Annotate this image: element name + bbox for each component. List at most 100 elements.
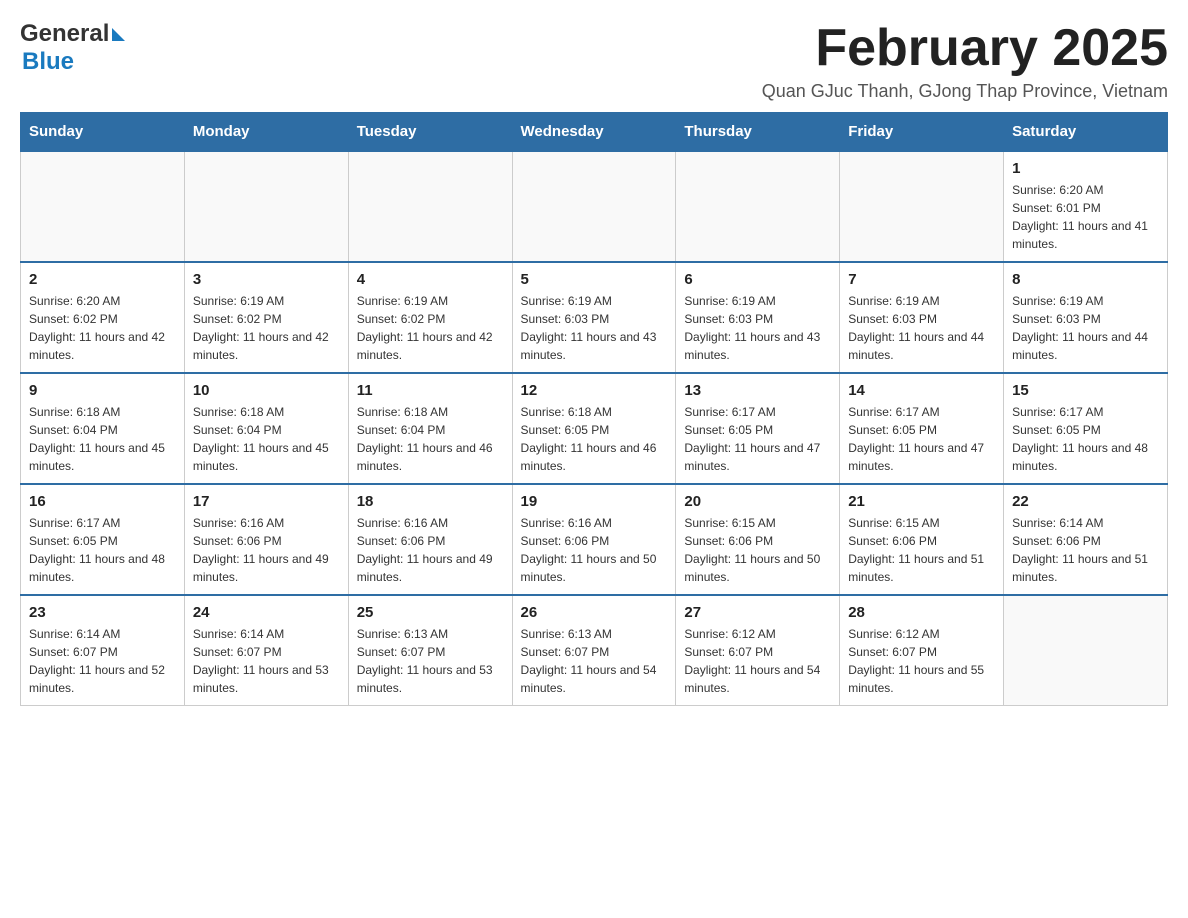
day-number: 7 xyxy=(848,271,995,288)
title-section: February 2025 Quan GJuc Thanh, GJong Tha… xyxy=(762,20,1168,102)
day-info: Sunrise: 6:19 AMSunset: 6:03 PMDaylight:… xyxy=(848,292,995,364)
day-info: Sunrise: 6:15 AMSunset: 6:06 PMDaylight:… xyxy=(848,514,995,586)
calendar-cell: 4Sunrise: 6:19 AMSunset: 6:02 PMDaylight… xyxy=(348,262,512,373)
calendar-cell: 25 Sunrise: 6:13 AMSunset: 6:07 PMDayligh… xyxy=(348,595,512,706)
column-header-saturday: Saturday xyxy=(1004,113,1168,152)
day-info: Sunrise: 6:13 AMSunset: 6:07 PMDaylight:… xyxy=(521,625,668,697)
day-info: Sunrise: 6:14 AMSunset: 6:06 PMDaylight:… xyxy=(1012,514,1159,586)
calendar-cell: 2 Sunrise: 6:20 AMSunset: 6:02 PMDaylight… xyxy=(21,262,185,373)
calendar-cell: 6 Sunrise: 6:19 AMSunset: 6:03 PMDaylight… xyxy=(676,262,840,373)
day-number: 14 xyxy=(848,382,995,399)
week-row-2: 2 Sunrise: 6:20 AMSunset: 6:02 PMDaylight… xyxy=(21,262,1168,373)
day-number: 18 xyxy=(357,493,504,510)
day-number: 3 xyxy=(193,271,340,288)
day-number: 19 xyxy=(521,493,668,510)
day-info: Sunrise: 6:19 AMSunset: 6:03 PMDaylight:… xyxy=(1012,292,1159,364)
day-info: Sunrise: 6:18 AMSunset: 6:04 PMDaylight:… xyxy=(29,403,176,475)
day-info: Sunrise: 6:13 AMSunset: 6:07 PMDaylight:… xyxy=(357,625,504,697)
day-number: 26 xyxy=(521,604,668,621)
logo: General Blue xyxy=(20,20,125,76)
calendar-cell: 19 Sunrise: 6:16 AMSunset: 6:06 PMDayligh… xyxy=(512,484,676,595)
day-info: Sunrise: 6:19 AMSunset: 6:02 PMDaylight:… xyxy=(193,292,340,364)
column-header-thursday: Thursday xyxy=(676,113,840,152)
calendar-cell xyxy=(512,151,676,262)
week-row-1: 1 Sunrise: 6:20 AMSunset: 6:01 PMDaylight… xyxy=(21,151,1168,262)
calendar-cell: 17 Sunrise: 6:16 AMSunset: 6:06 PMDayligh… xyxy=(184,484,348,595)
calendar-table: SundayMondayTuesdayWednesdayThursdayFrid… xyxy=(20,112,1168,706)
day-number: 8 xyxy=(1012,271,1159,288)
day-info: Sunrise: 6:12 AMSunset: 6:07 PMDaylight:… xyxy=(684,625,831,697)
calendar-cell: 10Sunrise: 6:18 AMSunset: 6:04 PMDayligh… xyxy=(184,373,348,484)
calendar-cell: 3 Sunrise: 6:19 AMSunset: 6:02 PMDaylight… xyxy=(184,262,348,373)
day-info: Sunrise: 6:17 AMSunset: 6:05 PMDaylight:… xyxy=(684,403,831,475)
calendar-cell: 5 Sunrise: 6:19 AMSunset: 6:03 PMDaylight… xyxy=(512,262,676,373)
day-number: 10 xyxy=(193,382,340,399)
calendar-header-row: SundayMondayTuesdayWednesdayThursdayFrid… xyxy=(21,113,1168,152)
calendar-cell: 11 Sunrise: 6:18 AMSunset: 6:04 PMDayligh… xyxy=(348,373,512,484)
calendar-cell: 24Sunrise: 6:14 AMSunset: 6:07 PMDayligh… xyxy=(184,595,348,706)
logo-blue-text: Blue xyxy=(22,48,74,75)
calendar-cell: 1 Sunrise: 6:20 AMSunset: 6:01 PMDaylight… xyxy=(1004,151,1168,262)
calendar-cell: 13 Sunrise: 6:17 AMSunset: 6:05 PMDayligh… xyxy=(676,373,840,484)
calendar-cell xyxy=(21,151,185,262)
column-header-monday: Monday xyxy=(184,113,348,152)
day-info: Sunrise: 6:17 AMSunset: 6:05 PMDaylight:… xyxy=(1012,403,1159,475)
day-number: 20 xyxy=(684,493,831,510)
day-info: Sunrise: 6:16 AMSunset: 6:06 PMDaylight:… xyxy=(357,514,504,586)
day-info: Sunrise: 6:19 AMSunset: 6:03 PMDaylight:… xyxy=(521,292,668,364)
day-number: 23 xyxy=(29,604,176,621)
day-info: Sunrise: 6:12 AMSunset: 6:07 PMDaylight:… xyxy=(848,625,995,697)
logo-general-text: General xyxy=(20,20,109,48)
calendar-cell: 15 Sunrise: 6:17 AMSunset: 6:05 PMDayligh… xyxy=(1004,373,1168,484)
day-info: Sunrise: 6:20 AMSunset: 6:02 PMDaylight:… xyxy=(29,292,176,364)
week-row-3: 9 Sunrise: 6:18 AMSunset: 6:04 PMDaylight… xyxy=(21,373,1168,484)
calendar-cell: 27 Sunrise: 6:12 AMSunset: 6:07 PMDayligh… xyxy=(676,595,840,706)
day-number: 15 xyxy=(1012,382,1159,399)
day-info: Sunrise: 6:17 AMSunset: 6:05 PMDaylight:… xyxy=(29,514,176,586)
day-number: 17 xyxy=(193,493,340,510)
week-row-4: 16Sunrise: 6:17 AMSunset: 6:05 PMDayligh… xyxy=(21,484,1168,595)
column-header-tuesday: Tuesday xyxy=(348,113,512,152)
day-number: 27 xyxy=(684,604,831,621)
page-header: General Blue February 2025 Quan GJuc Tha… xyxy=(20,20,1168,102)
calendar-cell: 18 Sunrise: 6:16 AMSunset: 6:06 PMDayligh… xyxy=(348,484,512,595)
calendar-cell: 21 Sunrise: 6:15 AMSunset: 6:06 PMDayligh… xyxy=(840,484,1004,595)
calendar-cell xyxy=(348,151,512,262)
location-text: Quan GJuc Thanh, GJong Thap Province, Vi… xyxy=(762,81,1168,102)
calendar-cell: 9 Sunrise: 6:18 AMSunset: 6:04 PMDaylight… xyxy=(21,373,185,484)
day-number: 28 xyxy=(848,604,995,621)
column-header-sunday: Sunday xyxy=(21,113,185,152)
day-info: Sunrise: 6:14 AMSunset: 6:07 PMDaylight:… xyxy=(29,625,176,697)
day-info: Sunrise: 6:17 AMSunset: 6:05 PMDaylight:… xyxy=(848,403,995,475)
calendar-cell xyxy=(676,151,840,262)
calendar-cell xyxy=(184,151,348,262)
day-number: 6 xyxy=(684,271,831,288)
day-info: Sunrise: 6:16 AMSunset: 6:06 PMDaylight:… xyxy=(193,514,340,586)
day-number: 5 xyxy=(521,271,668,288)
day-number: 2 xyxy=(29,271,176,288)
day-number: 25 xyxy=(357,604,504,621)
calendar-cell: 8 Sunrise: 6:19 AMSunset: 6:03 PMDaylight… xyxy=(1004,262,1168,373)
day-number: 9 xyxy=(29,382,176,399)
calendar-cell: 12Sunrise: 6:18 AMSunset: 6:05 PMDayligh… xyxy=(512,373,676,484)
column-header-wednesday: Wednesday xyxy=(512,113,676,152)
day-info: Sunrise: 6:20 AMSunset: 6:01 PMDaylight:… xyxy=(1012,181,1159,253)
day-info: Sunrise: 6:15 AMSunset: 6:06 PMDaylight:… xyxy=(684,514,831,586)
day-info: Sunrise: 6:16 AMSunset: 6:06 PMDaylight:… xyxy=(521,514,668,586)
calendar-cell: 28 Sunrise: 6:12 AMSunset: 6:07 PMDayligh… xyxy=(840,595,1004,706)
day-info: Sunrise: 6:18 AMSunset: 6:04 PMDaylight:… xyxy=(357,403,504,475)
calendar-cell xyxy=(840,151,1004,262)
calendar-cell: 14 Sunrise: 6:17 AMSunset: 6:05 PMDayligh… xyxy=(840,373,1004,484)
day-info: Sunrise: 6:19 AMSunset: 6:02 PMDaylight:… xyxy=(357,292,504,364)
month-title: February 2025 xyxy=(762,20,1168,77)
day-number: 12 xyxy=(521,382,668,399)
column-header-friday: Friday xyxy=(840,113,1004,152)
day-number: 22 xyxy=(1012,493,1159,510)
day-info: Sunrise: 6:19 AMSunset: 6:03 PMDaylight:… xyxy=(684,292,831,364)
day-number: 11 xyxy=(357,382,504,399)
calendar-cell: 26 Sunrise: 6:13 AMSunset: 6:07 PMDayligh… xyxy=(512,595,676,706)
day-number: 1 xyxy=(1012,160,1159,177)
day-number: 13 xyxy=(684,382,831,399)
week-row-5: 23 Sunrise: 6:14 AMSunset: 6:07 PMDayligh… xyxy=(21,595,1168,706)
day-number: 21 xyxy=(848,493,995,510)
